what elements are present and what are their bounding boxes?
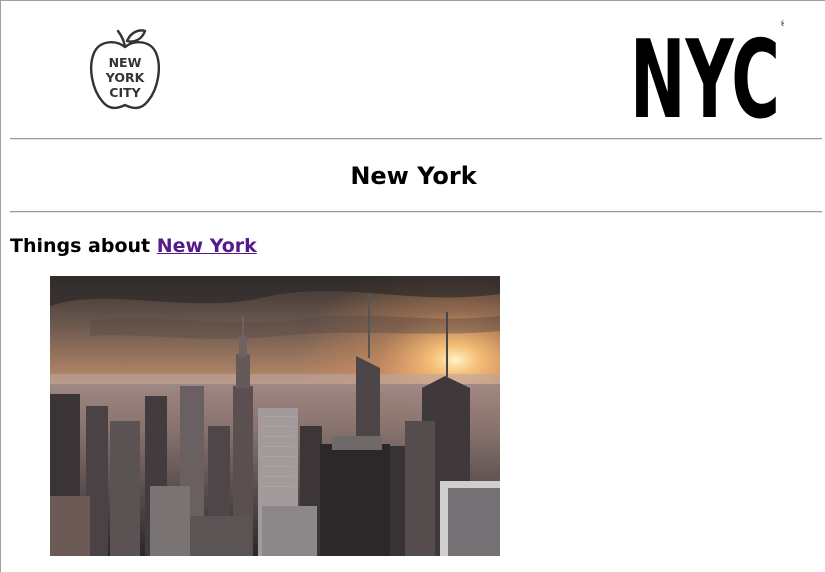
apple-logo-line-1: NEW — [109, 55, 142, 70]
divider-top — [10, 138, 822, 140]
apple-logo-line-3: CITY — [109, 85, 141, 100]
new-york-link[interactable]: New York — [157, 235, 257, 257]
registered-mark: ® — [780, 20, 784, 28]
subheading-prefix: Things about — [10, 235, 157, 257]
new-york-skyline-photo — [50, 276, 500, 556]
page-title: New York — [350, 162, 477, 190]
nyc-logo-text: NYC — [630, 18, 780, 121]
apple-logo-line-2: YORK — [105, 70, 146, 85]
subheading: Things about New York — [10, 233, 257, 259]
page: NEW YORK CITY NYC ® New York Things abou… — [0, 0, 825, 572]
divider-bottom — [10, 211, 822, 213]
nyc-logo: NYC ® — [630, 18, 784, 121]
new-york-city-apple-logo: NEW YORK CITY — [90, 29, 160, 110]
